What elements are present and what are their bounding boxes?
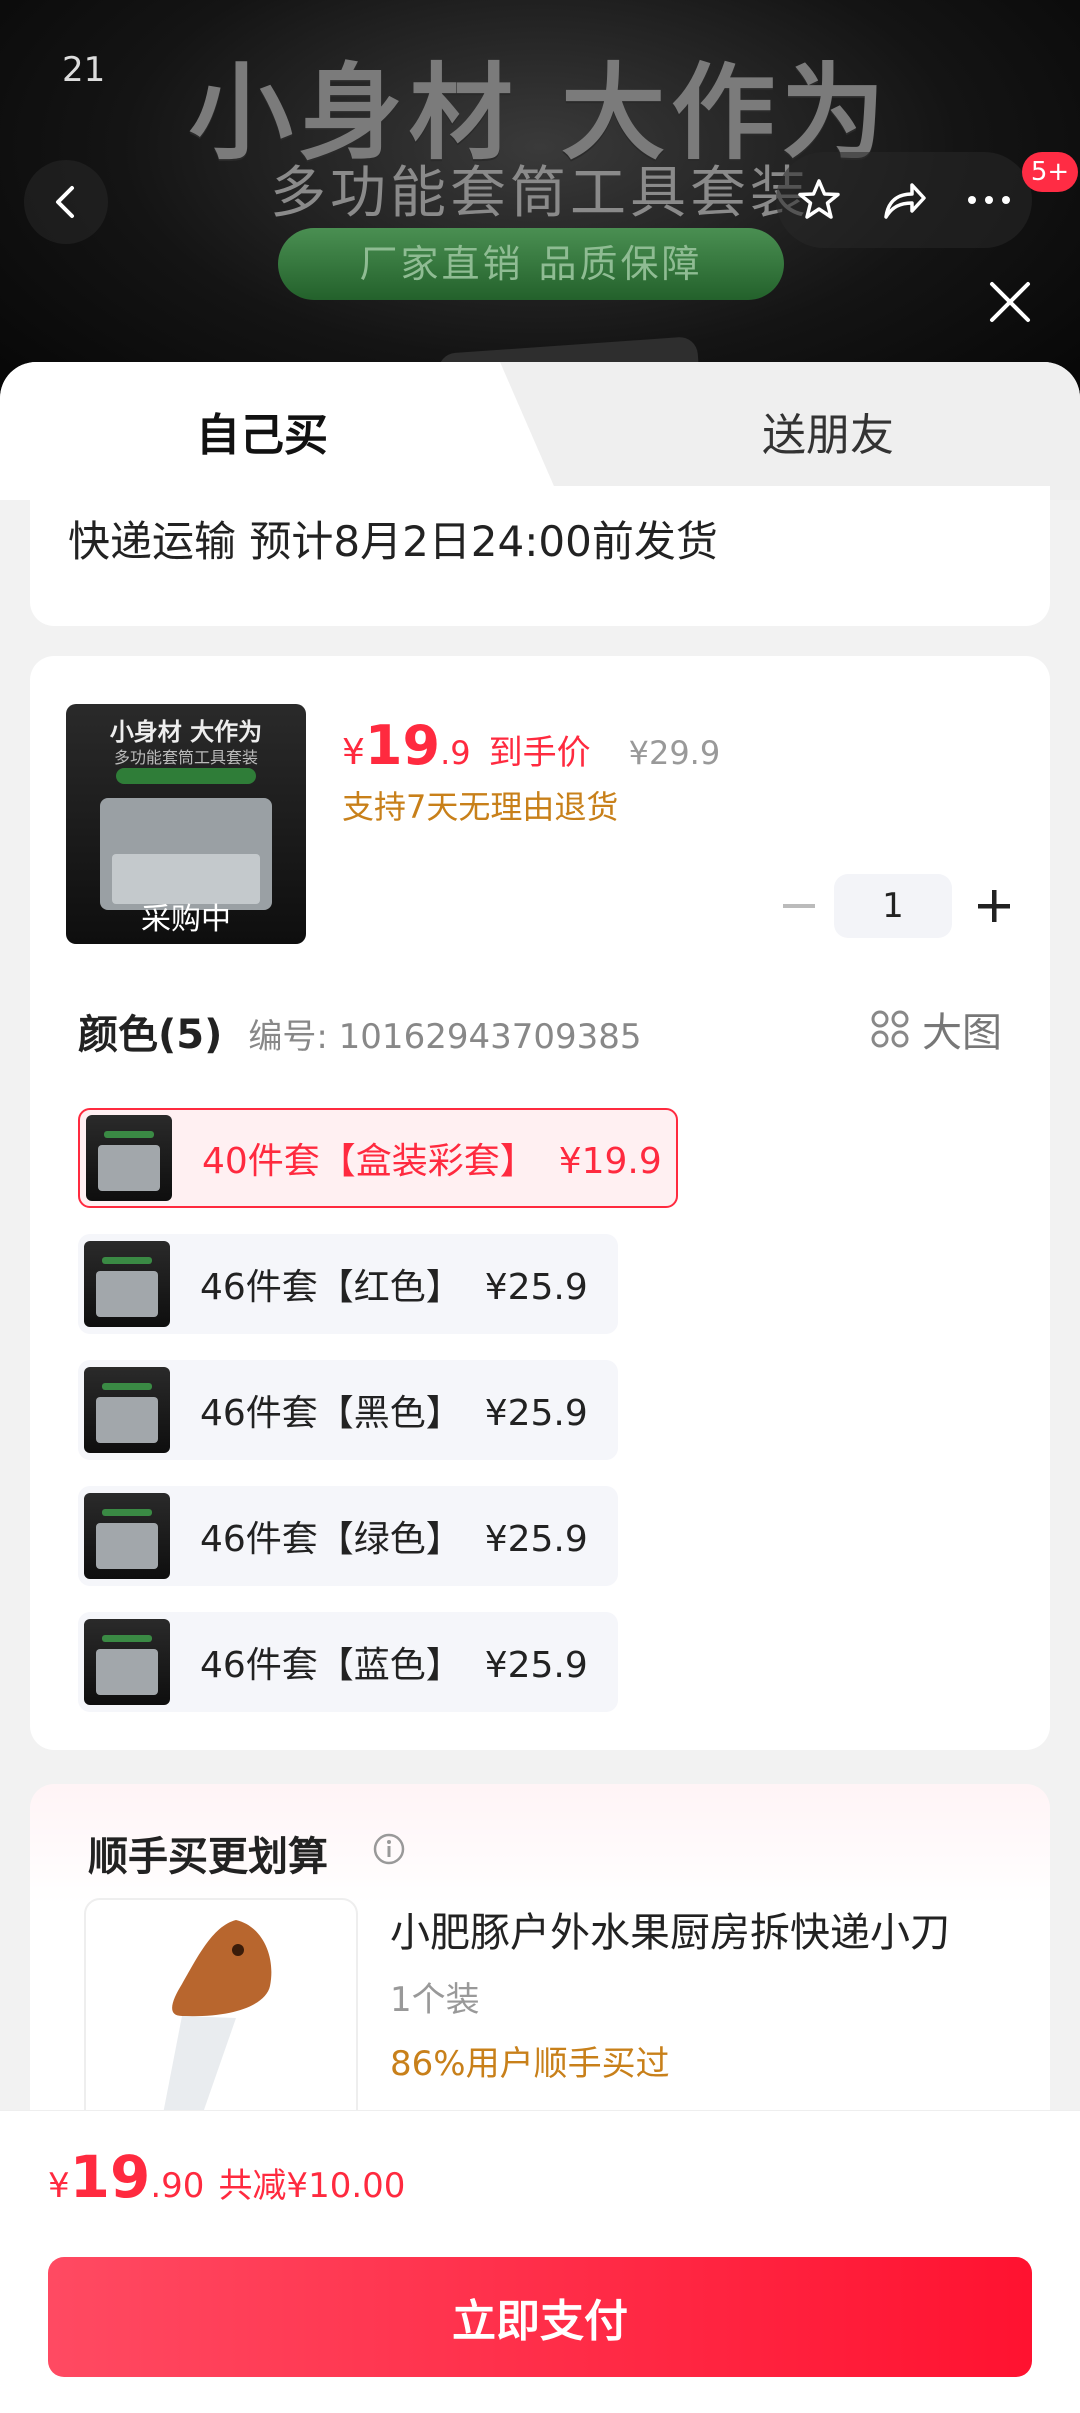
addon-spec: 1个装 (390, 1980, 480, 2020)
tab-gift-label: 送朋友 (762, 410, 894, 461)
price-row: ¥ 19 .9 到手价 ¥29.9 (342, 714, 720, 777)
thumb-status: 采购中 (141, 902, 231, 937)
shipping-card: 快递运输 预计8月2日24:00前发货 (30, 486, 1050, 626)
variant-header: 颜色(5) 编号: 10162943709385 (78, 1002, 642, 1060)
close-button[interactable] (978, 270, 1042, 334)
variant-option[interactable]: 46件套【黑色】 ¥25.9 (78, 1360, 618, 1460)
product-banner: 小身材 大作为 多功能套筒工具套装 厂家直销 品质保障 21 5+ (0, 0, 1080, 420)
variant-option-label: 46件套【绿色】 ¥25.9 (200, 1519, 588, 1560)
original-price: ¥29.9 (628, 734, 721, 772)
variant-thumbnail (84, 1241, 170, 1327)
addon-title: 顺手买更划算 (88, 1834, 328, 1880)
price-decimal: .9 (440, 734, 471, 772)
variant-thumbnail (84, 1367, 170, 1453)
addon-name[interactable]: 小肥豚户外水果厨房拆快递小刀 (390, 1900, 950, 1958)
checkout-bar: ¥ 19 .90 共减¥10.00 立即支付 (0, 2110, 1080, 2413)
variant-option[interactable]: 40件套【盒装彩套】 ¥19.9 (78, 1108, 678, 1208)
saving-amount: 共减¥10.00 (218, 2166, 406, 2206)
tab-gift[interactable]: 送朋友 (500, 362, 1080, 500)
price-currency: ¥ (342, 732, 365, 773)
more-icon (968, 196, 1011, 204)
banner-pill: 厂家直销 品质保障 (278, 228, 784, 300)
variant-option[interactable]: 46件套【蓝色】 ¥25.9 (78, 1612, 618, 1712)
total-decimal: .90 (150, 2166, 205, 2206)
info-icon[interactable] (372, 1832, 406, 1866)
addon-stat: 86%用户顺手买过 (390, 2044, 670, 2084)
plus-icon (978, 890, 1010, 922)
product-card: 小身材 大作为 多功能套筒工具套装 采购中 ¥ 19 .9 到手价 ¥29.9 … (30, 656, 1050, 1750)
shipping-estimate: 快递运输 预计8月2日24:00前发货 (68, 517, 718, 566)
back-button[interactable] (24, 160, 108, 244)
variant-thumbnail (86, 1115, 172, 1201)
more-button[interactable] (954, 165, 1024, 235)
share-button[interactable] (869, 165, 939, 235)
variant-option[interactable]: 46件套【红色】 ¥25.9 (78, 1234, 618, 1334)
return-policy: 支持7天无理由退货 (342, 788, 619, 826)
close-icon (990, 282, 1030, 322)
back-icon (56, 186, 74, 218)
big-image-label: 大图 (922, 1010, 1002, 1056)
star-icon (797, 179, 840, 219)
favorite-button[interactable] (784, 165, 854, 235)
variant-option-label: 46件套【黑色】 ¥25.9 (200, 1393, 588, 1434)
thumb-pill (116, 768, 256, 784)
total-integer: 19 (69, 2143, 151, 2211)
nav-action-group (776, 152, 1032, 248)
price-integer: 19 (364, 714, 441, 777)
variant-option-label: 46件套【蓝色】 ¥25.9 (200, 1645, 588, 1686)
cart-count-badge: 5+ (1022, 152, 1078, 192)
status-time: 21 (62, 50, 106, 90)
variant-option-label: 46件套【红色】 ¥25.9 (200, 1267, 588, 1308)
grid-icon (871, 1010, 909, 1048)
total-row: ¥ 19 .90 共减¥10.00 (48, 2143, 405, 2211)
quantity-input[interactable]: 1 (834, 874, 952, 938)
variant-label: 颜色(5) (78, 1012, 223, 1058)
pay-now-button[interactable]: 立即支付 (48, 2257, 1032, 2377)
total-currency: ¥ (48, 2166, 70, 2206)
thumb-title: 小身材 大作为 (109, 718, 263, 746)
big-image-button[interactable]: 大图 (870, 1000, 1002, 1058)
share-icon (884, 183, 926, 219)
quantity-decrease-button[interactable] (774, 882, 824, 932)
variant-thumbnail (84, 1619, 170, 1705)
thumb-subtitle: 多功能套筒工具套装 (113, 748, 258, 767)
purchase-sheet: 送朋友 自己买 快递运输 预计8月2日24:00前发货 小身材 大作为 多功能套… (0, 362, 1080, 2412)
tab-self-label: 自己买 (196, 410, 328, 461)
product-thumbnail[interactable]: 小身材 大作为 多功能套筒工具套装 采购中 (66, 704, 306, 944)
variant-option[interactable]: 46件套【绿色】 ¥25.9 (78, 1486, 618, 1586)
product-code: 编号: 10162943709385 (248, 1017, 642, 1057)
minus-icon (783, 904, 815, 908)
purchase-tabs: 送朋友 自己买 (0, 362, 1080, 500)
quantity-increase-button[interactable] (966, 878, 1022, 934)
variant-option-label: 40件套【盒装彩套】 ¥19.9 (202, 1141, 662, 1182)
tab-self[interactable]: 自己买 (0, 362, 560, 500)
variant-thumbnail (84, 1493, 170, 1579)
price-label: 到手价 (488, 733, 591, 773)
